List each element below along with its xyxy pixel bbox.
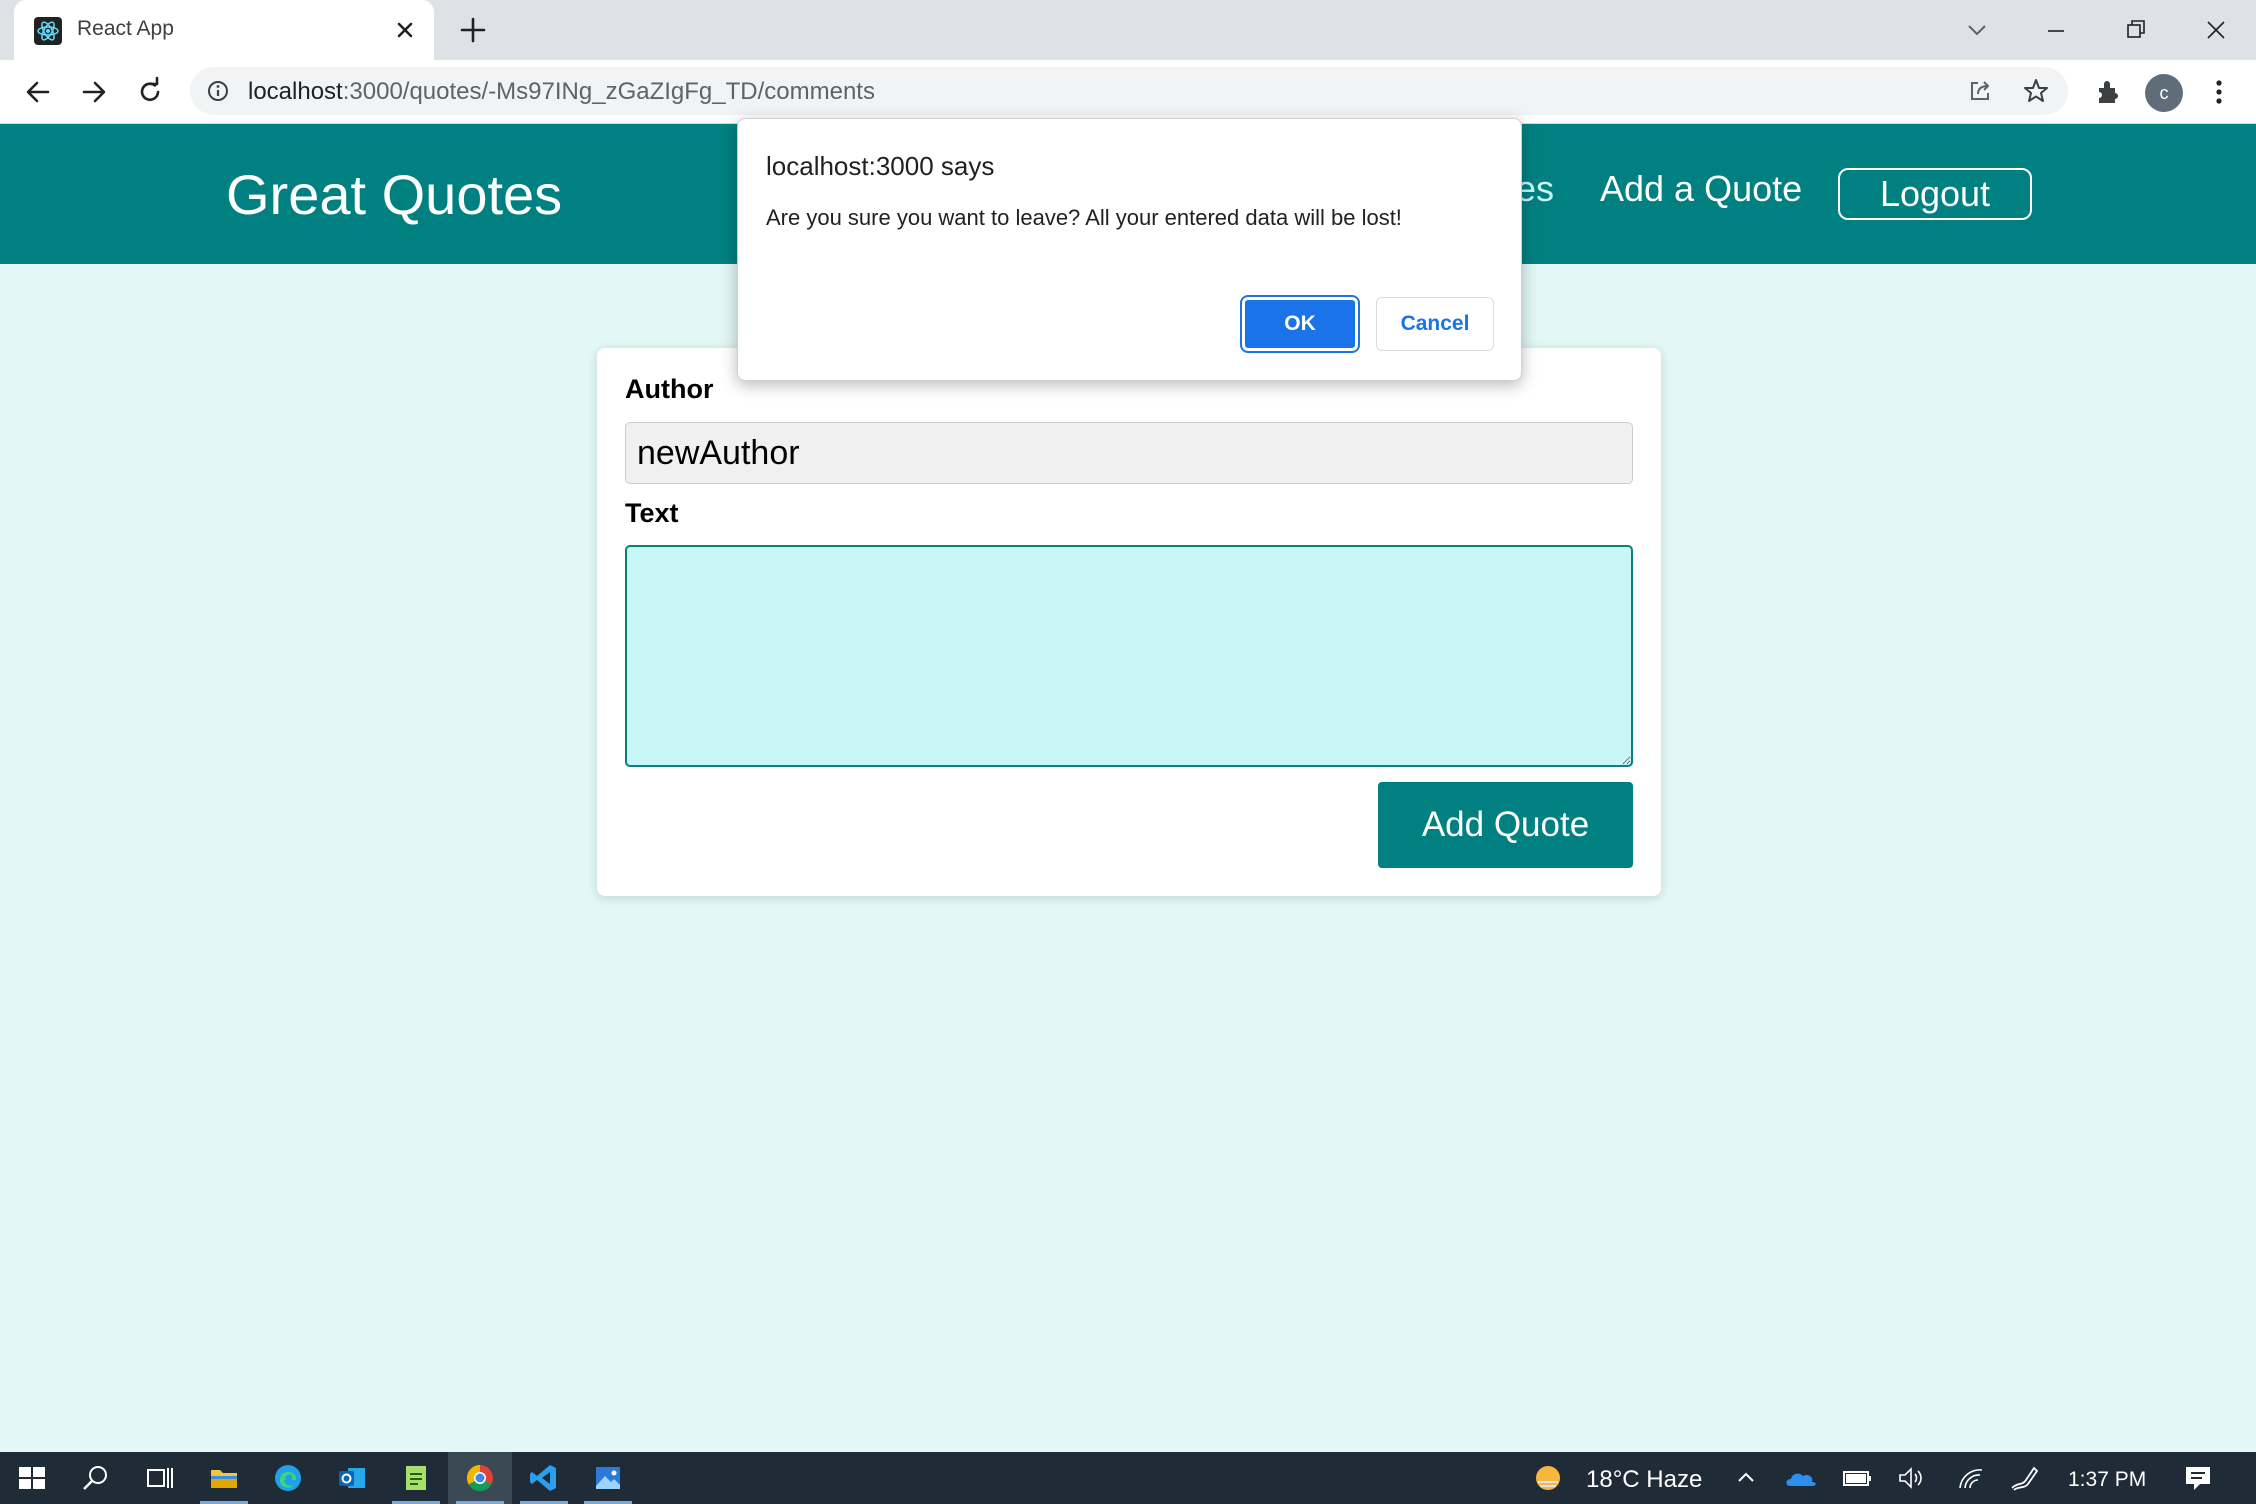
taskbar-edge[interactable] [256,1452,320,1504]
weather-icon[interactable] [1530,1462,1566,1494]
quote-text-area[interactable] [625,545,1633,767]
taskbar-vscode[interactable] [512,1452,576,1504]
close-window-icon[interactable] [2196,10,2236,50]
reload-icon[interactable] [130,72,170,112]
edge-icon [275,1465,301,1491]
tab-strip: React App [0,0,2256,60]
nav-add-quote-link[interactable]: Add a Quote [1600,168,1802,210]
url-path: :3000/quotes/-Ms97INg_zGaZIgFg_TD/commen… [342,78,875,105]
site-info-icon[interactable] [206,79,230,103]
browser-tab[interactable]: React App [14,0,434,60]
start-button[interactable] [0,1452,64,1504]
react-icon [34,17,62,45]
extensions-icon[interactable] [2090,74,2126,110]
clock-time[interactable]: 1:37 PM [2068,1468,2146,1492]
app-logo: Great Quotes [226,163,563,226]
tab-title: React App [77,17,174,40]
taskbar-search-button[interactable] [64,1452,128,1504]
forward-icon[interactable] [74,72,114,112]
author-input[interactable] [625,422,1633,484]
volume-icon[interactable] [1896,1464,1926,1492]
pen-icon[interactable] [2008,1462,2042,1494]
back-icon[interactable] [18,72,58,112]
new-tab-icon[interactable] [456,13,490,47]
browser-toolbar: localhost:3000/quotes/-Ms97INg_zGaZIgFg_… [0,60,2256,124]
taskbar-file-explorer[interactable] [192,1452,256,1504]
dialog-message: Are you sure you want to leave? All your… [766,205,1402,230]
share-icon[interactable] [1966,77,1994,105]
dialog-title: localhost:3000 says [766,151,995,181]
restore-icon[interactable] [2116,10,2156,50]
photos-icon [596,1467,620,1489]
text-label: Text [625,498,679,528]
task-view-icon [147,1468,173,1488]
tab-search-icon[interactable] [1957,10,1997,50]
profile-avatar[interactable]: c [2145,74,2183,112]
outlook-icon [339,1468,365,1488]
logout-button[interactable]: Logout [1838,168,2032,220]
more-options-icon[interactable] [2201,74,2237,110]
taskbar-notepad[interactable] [384,1452,448,1504]
quote-form-card: Author Text Add Quote [597,348,1661,896]
taskbar-chrome[interactable] [448,1452,512,1504]
taskbar: 18°C Haze 1:37 PM [0,1452,2256,1504]
bookmark-star-icon[interactable] [2022,77,2050,105]
minimize-icon[interactable] [2036,10,2076,50]
author-label: Author [625,374,714,404]
close-tab-icon[interactable] [389,14,421,46]
url-host: localhost [248,78,343,105]
url-text: localhost:3000/quotes/-Ms97INg_zGaZIgFg_… [248,78,875,106]
notepad-icon [406,1466,426,1490]
taskbar-outlook[interactable] [320,1452,384,1504]
add-quote-button[interactable]: Add Quote [1378,782,1633,868]
chrome-icon [466,1464,493,1492]
vscode-icon [530,1465,556,1491]
dialog-cancel-button[interactable]: Cancel [1376,297,1494,351]
dialog-ok-button[interactable]: OK [1240,295,1360,353]
notifications-icon[interactable] [2182,1462,2214,1494]
confirm-dialog: localhost:3000 says Are you sure you wan… [737,118,1522,381]
folder-icon [211,1470,237,1488]
search-icon [83,1466,107,1490]
task-view-button[interactable] [128,1452,192,1504]
onedrive-icon[interactable] [1784,1464,1818,1492]
weather-text[interactable]: 18°C Haze [1586,1466,1702,1494]
chevron-up-icon[interactable] [1732,1464,1760,1492]
taskbar-photos[interactable] [576,1452,640,1504]
windows-icon [19,1467,45,1489]
battery-icon[interactable] [1842,1464,1872,1492]
network-icon[interactable] [1956,1464,1986,1492]
address-bar[interactable]: localhost:3000/quotes/-Ms97INg_zGaZIgFg_… [190,67,2068,115]
